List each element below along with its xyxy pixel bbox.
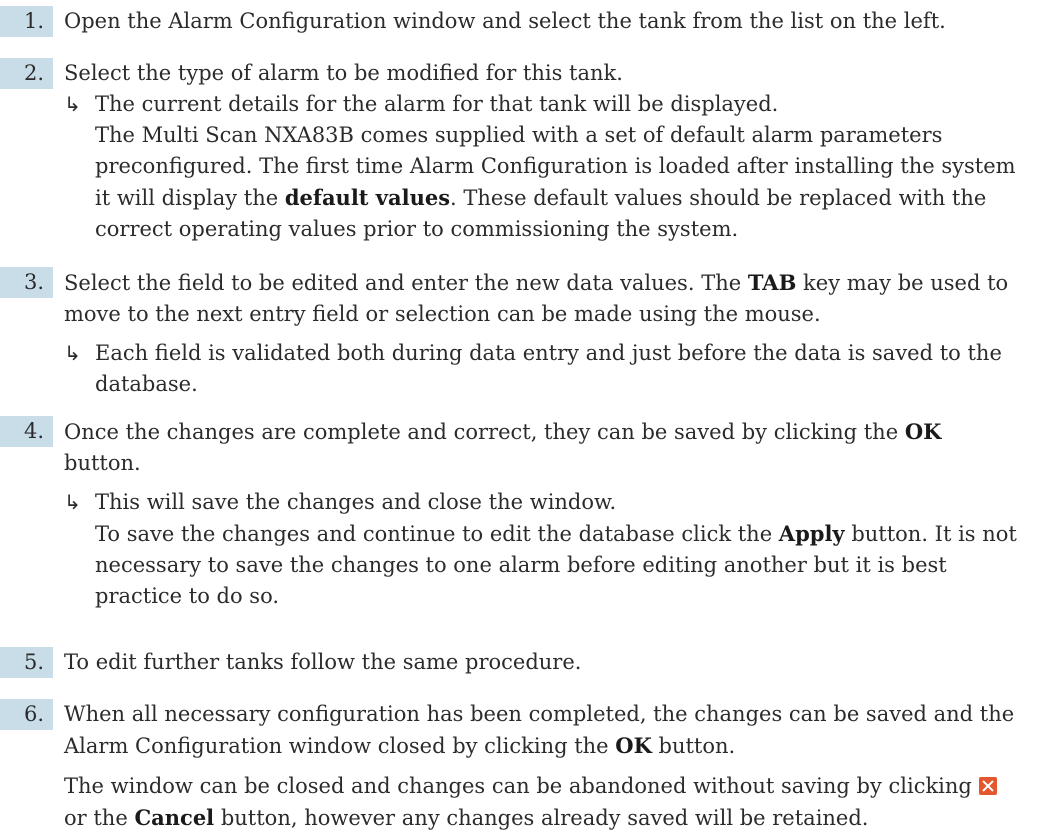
- result-arrow-icon: ↳: [64, 341, 81, 365]
- step-text: Select the field to be edited and enter …: [64, 270, 1009, 326]
- step-text: Once the changes are complete and correc…: [64, 419, 942, 475]
- result-text: This will save the changes and close the…: [95, 490, 617, 514]
- result-arrow-icon: ↳: [64, 92, 81, 116]
- result-paragraph: To save the changes and continue to edit…: [95, 521, 1017, 608]
- step-number: 6.: [0, 699, 53, 730]
- step-text: Open the Alarm Configuration window and …: [64, 9, 946, 33]
- step-text: When all necessary configuration has bee…: [64, 702, 1015, 758]
- step-number: 3.: [0, 267, 53, 298]
- close-x-icon: [978, 777, 997, 795]
- result-text: The current details for the alarm for th…: [95, 92, 779, 116]
- result-arrow-icon: ↳: [64, 490, 81, 514]
- step-number: 5.: [0, 647, 53, 678]
- step-note: The window can be closed and changes can…: [64, 771, 1024, 834]
- result-text: Each field is validated both during data…: [95, 341, 1002, 396]
- step-number: 4.: [0, 416, 53, 447]
- step-number: 1.: [0, 6, 53, 37]
- step-text: To edit further tanks follow the same pr…: [64, 650, 582, 674]
- step-number: 2.: [0, 58, 53, 89]
- result-paragraph: The Multi Scan NXA83B comes supplied wit…: [95, 123, 1016, 241]
- step-text: Select the type of alarm to be modified …: [64, 61, 623, 85]
